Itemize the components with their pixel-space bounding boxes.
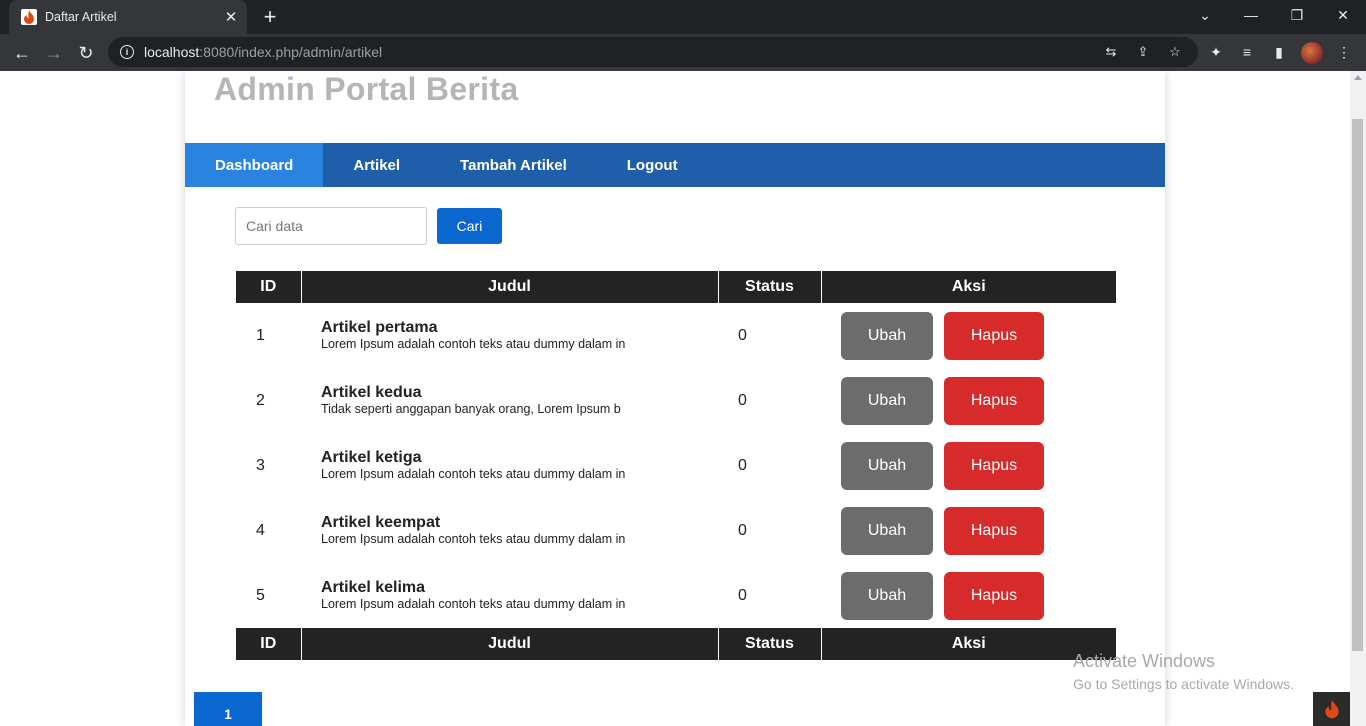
row-status: 0 — [738, 586, 747, 604]
share-icon[interactable]: ⇪ — [1135, 44, 1151, 60]
scrollbar-thumb[interactable] — [1352, 119, 1363, 651]
row-id: 5 — [256, 586, 265, 604]
minimize-icon[interactable]: — — [1228, 0, 1274, 30]
row-status: 0 — [738, 391, 747, 409]
windows-activation-watermark: Activate Windows Go to Settings to activ… — [1073, 651, 1294, 692]
table-row: 1 Artikel pertama Lorem Ipsum adalah con… — [236, 303, 1116, 368]
page-container: Admin Portal Berita Dashboard Artikel Ta… — [185, 71, 1165, 726]
article-excerpt: Lorem Ipsum adalah contoh teks atau dumm… — [321, 597, 626, 611]
address-bar[interactable]: i localhost:8080/index.php/admin/artikel… — [108, 37, 1198, 67]
extensions-icon[interactable]: ✦ — [1206, 42, 1226, 62]
row-id: 4 — [256, 521, 265, 539]
nav-logout[interactable]: Logout — [597, 143, 708, 187]
article-title: Artikel ketiga — [321, 449, 422, 466]
browser-toolbar: ← → ↻ i localhost:8080/index.php/admin/a… — [0, 34, 1366, 71]
back-icon[interactable]: ← — [8, 39, 36, 67]
footer-id: ID — [236, 628, 301, 660]
row-judul: Artikel keempat Lorem Ipsum adalah conto… — [301, 498, 718, 563]
nav-dashboard[interactable]: Dashboard — [185, 143, 324, 187]
search-button[interactable]: Cari — [437, 208, 502, 244]
table-row: 4 Artikel keempat Lorem Ipsum adalah con… — [236, 498, 1116, 563]
translate-icon[interactable]: ⇆ — [1103, 44, 1119, 60]
header-judul: Judul — [300, 271, 718, 303]
row-judul: Artikel pertama Lorem Ipsum adalah conto… — [301, 303, 718, 368]
article-title: Artikel kedua — [321, 384, 422, 401]
page-viewport: Admin Portal Berita Dashboard Artikel Ta… — [0, 71, 1366, 726]
site-title: Admin Portal Berita — [214, 71, 519, 107]
browser-tab-strip: Daftar Artikel ✕ + ⌄ — ❐ ✕ — [0, 0, 1366, 34]
close-window-icon[interactable]: ✕ — [1320, 0, 1366, 30]
header-aksi: Aksi — [820, 271, 1116, 303]
table-row: 2 Artikel kedua Tidak seperti anggapan b… — [236, 368, 1116, 433]
nav-tambah-artikel[interactable]: Tambah Artikel — [430, 143, 597, 187]
menu-kebab-icon[interactable]: ⋮ — [1334, 42, 1354, 62]
watermark-line-1: Activate Windows — [1073, 651, 1216, 671]
row-actions: Ubah Hapus — [821, 303, 1116, 368]
tab-title: Daftar Artikel — [45, 10, 117, 24]
article-excerpt: Lorem Ipsum adalah contoh teks atau dumm… — [321, 337, 626, 351]
forward-icon[interactable]: → — [40, 39, 68, 67]
profile-avatar[interactable] — [1301, 42, 1323, 64]
row-judul: Artikel kedua Tidak seperti anggapan ban… — [301, 368, 718, 433]
bookmark-star-icon[interactable]: ☆ — [1167, 44, 1183, 60]
side-panel-icon[interactable]: ▮ — [1269, 42, 1289, 62]
restore-icon[interactable]: ❐ — [1274, 0, 1320, 30]
delete-button[interactable]: Hapus — [944, 571, 1044, 620]
codeigniter-favicon-icon — [21, 9, 37, 25]
article-title: Artikel pertama — [321, 319, 438, 336]
table-row: 3 Artikel ketiga Lorem Ipsum adalah cont… — [236, 433, 1116, 498]
watermark-line-2: Go to Settings to activate Windows. — [1073, 676, 1294, 692]
row-judul: Artikel kelima Lorem Ipsum adalah contoh… — [301, 563, 718, 628]
delete-button[interactable]: Hapus — [944, 441, 1044, 490]
footer-aksi: Aksi — [820, 628, 1116, 660]
article-excerpt: Lorem Ipsum adalah contoh teks atau dumm… — [321, 532, 626, 546]
edit-button[interactable]: Ubah — [841, 441, 933, 490]
browser-tab[interactable]: Daftar Artikel ✕ — [9, 0, 247, 34]
delete-button[interactable]: Hapus — [944, 311, 1044, 360]
edit-button[interactable]: Ubah — [841, 571, 933, 620]
main-nav: Dashboard Artikel Tambah Artikel Logout — [185, 143, 1165, 187]
article-title: Artikel kelima — [321, 579, 426, 596]
row-actions: Ubah Hapus — [821, 498, 1116, 563]
delete-button[interactable]: Hapus — [944, 376, 1044, 425]
table-row: 5 Artikel kelima Lorem Ipsum adalah cont… — [236, 563, 1116, 628]
table-footer-row: ID Judul Status Aksi — [236, 628, 1116, 660]
article-title: Artikel keempat — [321, 514, 441, 531]
codeigniter-debug-toolbar-icon[interactable] — [1313, 692, 1350, 726]
row-id: 3 — [256, 456, 265, 474]
row-actions: Ubah Hapus — [821, 368, 1116, 433]
row-id: 2 — [256, 391, 265, 409]
row-status: 0 — [738, 521, 747, 539]
footer-status: Status — [717, 628, 821, 660]
header-status: Status — [717, 271, 821, 303]
edit-button[interactable]: Ubah — [841, 506, 933, 555]
table-header-row: ID Judul Status Aksi — [236, 271, 1116, 303]
row-actions: Ubah Hapus — [821, 563, 1116, 628]
article-table: ID Judul Status Aksi 1 Artikel pertama L… — [236, 271, 1116, 660]
media-queue-icon[interactable]: ≡ — [1237, 42, 1257, 62]
scroll-up-arrow-icon[interactable] — [1354, 75, 1362, 80]
row-judul: Artikel ketiga Lorem Ipsum adalah contoh… — [301, 433, 718, 498]
delete-button[interactable]: Hapus — [944, 506, 1044, 555]
new-tab-icon[interactable]: + — [258, 6, 282, 28]
row-id: 1 — [256, 326, 265, 344]
nav-artikel[interactable]: Artikel — [323, 143, 430, 187]
pagination-page-1[interactable]: 1 — [194, 692, 262, 726]
footer-judul: Judul — [300, 628, 718, 660]
url-text: localhost:8080/index.php/admin/artikel — [144, 44, 383, 60]
edit-button[interactable]: Ubah — [841, 376, 933, 425]
tab-search-icon[interactable]: ⌄ — [1182, 0, 1228, 30]
site-info-icon[interactable]: i — [120, 45, 134, 59]
tab-close-icon[interactable]: ✕ — [219, 8, 243, 26]
header-id: ID — [236, 271, 301, 303]
row-status: 0 — [738, 326, 747, 344]
page-scrollbar[interactable] — [1350, 71, 1366, 726]
row-actions: Ubah Hapus — [821, 433, 1116, 498]
edit-button[interactable]: Ubah — [841, 311, 933, 360]
reload-icon[interactable]: ↻ — [72, 39, 100, 67]
article-excerpt: Tidak seperti anggapan banyak orang, Lor… — [321, 402, 621, 416]
row-status: 0 — [738, 456, 747, 474]
search-input[interactable] — [235, 207, 427, 245]
article-excerpt: Lorem Ipsum adalah contoh teks atau dumm… — [321, 467, 626, 481]
